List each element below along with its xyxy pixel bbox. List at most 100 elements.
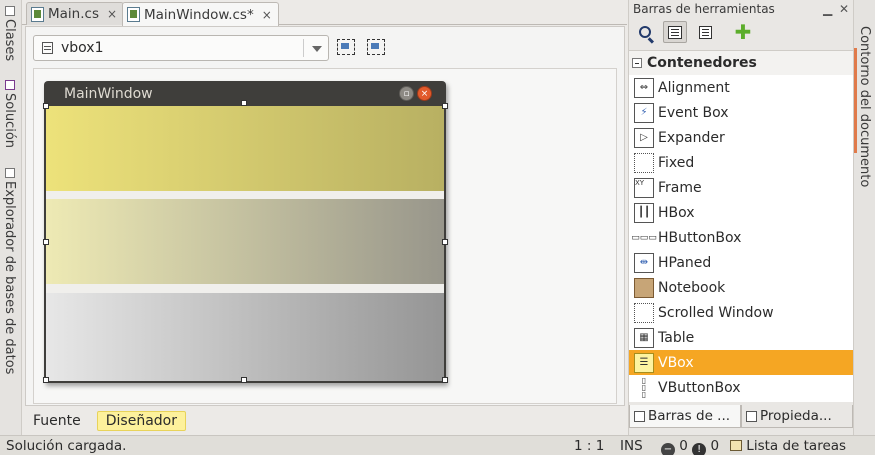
toolbox-item-label: HPaned: [658, 254, 712, 271]
select-parent-icon[interactable]: [337, 39, 355, 55]
search-icon: [639, 26, 651, 38]
tab-fuente[interactable]: Fuente: [25, 412, 89, 430]
maximize-icon[interactable]: ▫: [399, 86, 414, 101]
tab-main-cs[interactable]: Main.cs ×: [26, 2, 125, 25]
toolbox-item-label: HButtonBox: [658, 229, 742, 246]
add-button[interactable]: ✚: [731, 21, 755, 43]
expander-icon: ▷: [634, 127, 654, 148]
tab-disenador[interactable]: Diseñador: [96, 411, 186, 431]
csharp-file-icon: [31, 6, 44, 22]
tab-barras[interactable]: Barras de ...: [629, 405, 741, 428]
gtk-window-title: MainWindow: [64, 86, 153, 102]
resize-handle[interactable]: [241, 100, 247, 106]
toolbox-item-scrolled-window[interactable]: Scrolled Window: [629, 300, 853, 325]
pane-footer-tabs: Barras de ... Propieda...: [629, 405, 853, 428]
close-icon[interactable]: ×: [262, 8, 272, 22]
csharp-file-icon: [127, 7, 140, 22]
search-button[interactable]: [633, 21, 657, 43]
vbox-slot[interactable]: [46, 199, 444, 284]
hpaned-icon: ⇹: [634, 252, 654, 273]
fixed-icon: [634, 152, 654, 173]
vbuttonbox-icon: ▯ ▯ ▯: [634, 377, 654, 399]
tab-barras-label: Barras de ...: [648, 408, 731, 424]
resize-handle[interactable]: [43, 103, 49, 109]
vbox-container[interactable]: [46, 106, 444, 381]
list-view-button[interactable]: [663, 21, 687, 43]
gtk-window-preview[interactable]: MainWindow ▫ ×: [43, 81, 448, 383]
toolbox-item-notebook[interactable]: Notebook: [629, 275, 853, 300]
tab-clases-label: Clases: [2, 19, 17, 62]
minimize-pane-icon[interactable]: ▁: [823, 2, 832, 16]
toolbox-item-label: Expander: [658, 129, 725, 146]
toolbox-item-label: Table: [658, 329, 695, 346]
solution-icon: [4, 80, 15, 90]
resize-handle[interactable]: [442, 377, 448, 383]
tab-solucion[interactable]: Solución: [2, 80, 17, 148]
close-icon[interactable]: ×: [417, 86, 432, 101]
status-message: Solución cargada.: [6, 438, 127, 454]
toolbox-item-hbox[interactable]: ┃┃ HBox: [629, 200, 853, 225]
table-icon: ▦: [634, 327, 654, 348]
tab-contorno[interactable]: Contorno del documento: [857, 26, 872, 187]
classes-icon: [4, 6, 15, 16]
resize-handle[interactable]: [43, 377, 49, 383]
toolbox-item-label: Frame: [658, 179, 702, 196]
toolbox-list: Contenedores ⇔ Alignment ⚡ Event Box ▷ Expa…: [629, 50, 853, 402]
resize-handle[interactable]: [442, 239, 448, 245]
database-icon: [4, 168, 15, 178]
chevron-down-icon[interactable]: [312, 46, 322, 52]
vbox-icon: ☰: [634, 352, 654, 373]
tab-explorador[interactable]: Explorador de bases de datos: [2, 168, 17, 374]
toolbox-item-expander[interactable]: ▷ Expander: [629, 125, 853, 150]
properties-icon: [746, 410, 757, 422]
design-canvas[interactable]: MainWindow ▫ ×: [33, 68, 617, 404]
toolbox-item-label: HBox: [658, 204, 695, 221]
task-list-label: Lista de tareas: [746, 438, 847, 454]
toolbox-title: Barras de herramientas: [633, 2, 775, 16]
tab-propiedades-label: Propieda...: [760, 408, 832, 424]
list-view-icon: [668, 25, 682, 39]
document-tabs: Main.cs × MainWindow.cs* ×: [22, 0, 627, 26]
task-list-button[interactable]: Lista de tareas: [730, 438, 846, 454]
toolbox-item-vbuttonbox[interactable]: ▯ ▯ ▯ VButtonBox: [629, 375, 853, 400]
category-contenedores[interactable]: Contenedores: [629, 51, 853, 75]
vbox-slot[interactable]: [46, 293, 444, 381]
add-icon: ✚: [734, 20, 752, 44]
tab-main-cs-label: Main.cs: [48, 6, 99, 22]
toolbox-item-fixed[interactable]: Fixed: [629, 150, 853, 175]
toolbox-item-frame[interactable]: XY Frame: [629, 175, 853, 200]
close-icon[interactable]: ×: [107, 7, 117, 21]
category-label: Contenedores: [647, 55, 757, 71]
resize-handle[interactable]: [442, 103, 448, 109]
toolbox-item-label: VBox: [658, 354, 694, 371]
editor-view-tabs: Fuente Diseñador: [25, 410, 186, 432]
toolbox-item-label: VButtonBox: [658, 379, 741, 396]
toolbox-item-vbox[interactable]: ☰ VBox: [629, 350, 853, 375]
vbox-slot[interactable]: [46, 106, 444, 191]
toolbox-item-label: Notebook: [658, 279, 726, 296]
collapse-icon[interactable]: [632, 58, 642, 68]
compact-view-icon: [698, 25, 712, 39]
compact-view-button[interactable]: [693, 21, 717, 43]
error-icon: −: [661, 443, 675, 455]
resize-handle[interactable]: [241, 377, 247, 383]
errors-indicator[interactable]: − 0 ! 0: [661, 438, 719, 455]
close-pane-icon[interactable]: ✕: [839, 2, 849, 16]
toolbox-item-label: Alignment: [658, 79, 730, 96]
tab-clases[interactable]: Clases: [2, 6, 17, 61]
frame-icon: XY: [634, 177, 654, 198]
toolbox-item-alignment[interactable]: ⇔ Alignment: [629, 75, 853, 100]
toolbox-item-label: Event Box: [658, 104, 729, 121]
select-child-icon[interactable]: [367, 39, 385, 55]
status-bar: Solución cargada. 1 : 1 INS − 0 ! 0 List…: [0, 435, 875, 455]
tab-mainwindow-cs[interactable]: MainWindow.cs* ×: [122, 2, 279, 26]
tab-explorador-label: Explorador de bases de datos: [2, 181, 17, 375]
toolbox-item-hpaned[interactable]: ⇹ HPaned: [629, 250, 853, 275]
toolbox-item-hbuttonbox[interactable]: ▭▭▭ HButtonBox: [629, 225, 853, 250]
widget-selector-combo[interactable]: vbox1: [33, 35, 329, 61]
hbuttonbox-icon: ▭▭▭: [631, 227, 657, 248]
resize-handle[interactable]: [43, 239, 49, 245]
tab-propiedades[interactable]: Propieda...: [741, 405, 853, 428]
toolbox-item-table[interactable]: ▦ Table: [629, 325, 853, 350]
toolbox-item-event-box[interactable]: ⚡ Event Box: [629, 100, 853, 125]
